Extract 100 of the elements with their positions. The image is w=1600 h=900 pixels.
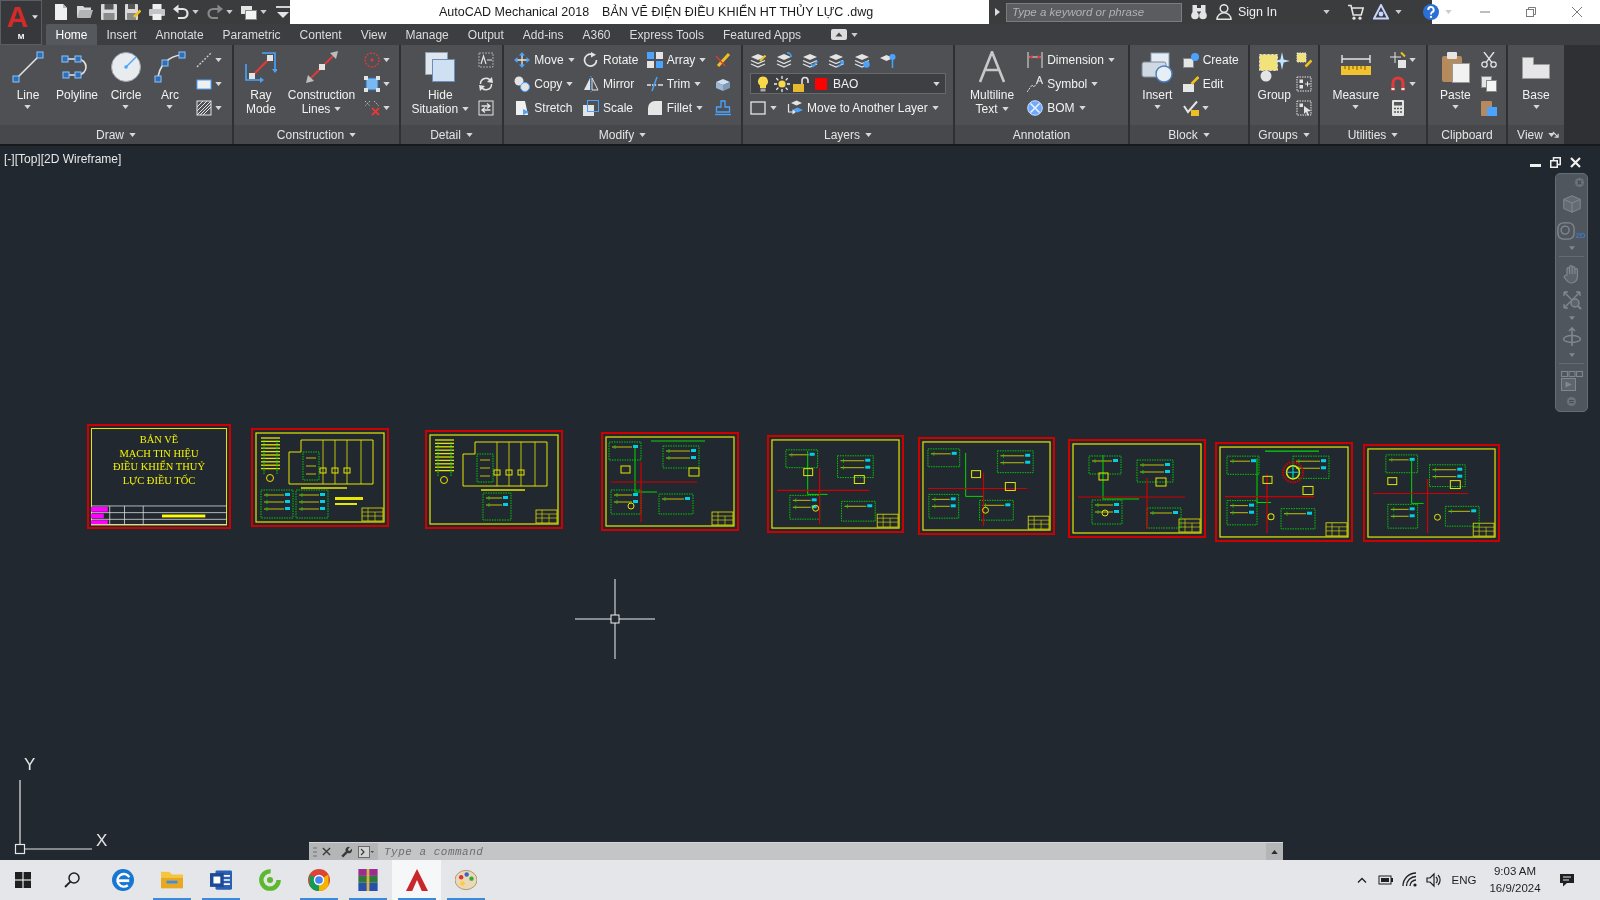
ribbon-button[interactable]: Arc (151, 45, 188, 109)
windows-logo-icon[interactable] (15, 872, 31, 888)
panel-title[interactable]: Layers (743, 125, 953, 144)
layer-pin-icon[interactable] (880, 52, 896, 68)
swap-arrows-icon[interactable] (477, 100, 494, 116)
ribbon-tab[interactable]: Insert (97, 24, 147, 45)
drawing-canvas[interactable]: [-][Top][2D Wireframe] 2D BẢN VẼ MẠCH TIN HIỆU ĐIỀU KHIỂN THUỶ LỰC ĐIỀU TỐC Y X Type a command (0, 146, 1600, 860)
panel-title[interactable]: Annotation (955, 125, 1128, 144)
sun-icon[interactable] (774, 75, 790, 92)
speaker-icon[interactable] (1426, 872, 1442, 888)
ribbon-button[interactable]: Copy (514, 76, 574, 92)
dropdown-caret-icon[interactable] (770, 106, 777, 110)
restore-icon[interactable] (1550, 157, 1561, 168)
scissors-icon[interactable] (1480, 52, 1497, 68)
stamp-outline-icon[interactable] (714, 100, 731, 116)
dropdown-caret-icon[interactable] (1408, 58, 1416, 62)
search-field[interactable]: Type a keyword or phrase (1006, 2, 1182, 22)
rectangle-icon[interactable] (195, 76, 212, 92)
layers-check-icon[interactable] (802, 52, 818, 68)
help-icon[interactable] (1422, 4, 1439, 20)
dropdown-caret-icon[interactable] (850, 32, 858, 37)
ribbon-button[interactable]: Move to Another Layer (787, 100, 939, 116)
wifi-icon[interactable] (1402, 872, 1418, 888)
ribbon-button[interactable]: Create (1182, 52, 1239, 68)
ribbon-button[interactable]: Insert (1139, 45, 1176, 109)
ribbon-button[interactable]: Line (10, 45, 46, 109)
ribbon-tab[interactable]: Featured Apps (713, 24, 811, 45)
magnet-icon[interactable] (1389, 76, 1406, 92)
undo-arrow-icon[interactable] (173, 4, 189, 20)
check-mark-icon[interactable] (1182, 100, 1199, 116)
layers-pencil-icon[interactable] (750, 52, 766, 68)
sign-in-button[interactable]: Sign In (1238, 5, 1277, 19)
open-padlock-icon[interactable] (793, 75, 809, 92)
ribbon-button[interactable]: Hide Situation (409, 45, 472, 116)
chevron-up-icon[interactable] (1357, 877, 1367, 883)
ribbon-button[interactable]: Circle (108, 45, 144, 109)
clock-time[interactable]: 9:03 AM (1493, 863, 1537, 880)
ribbon-tab[interactable]: Add-ins (513, 24, 573, 45)
panel-title[interactable]: Block (1130, 125, 1248, 144)
panel-title[interactable]: Clipboard (1428, 125, 1506, 144)
battery-icon[interactable] (1378, 872, 1394, 888)
group-plus-minus-icon[interactable] (1296, 76, 1313, 92)
ribbon-button[interactable]: Fillet (646, 100, 703, 116)
ribbon-tab[interactable]: Output (458, 24, 514, 45)
dialog-launcher-icon[interactable] (1552, 131, 1559, 138)
ribbon-tab[interactable]: Express Tools (620, 24, 714, 45)
panel-toggle-icon[interactable] (830, 29, 847, 40)
ribbon-tab[interactable]: Parametric (213, 24, 291, 45)
floppy-pencil-icon[interactable] (125, 4, 141, 20)
dropdown-caret-icon[interactable] (1322, 10, 1330, 14)
taskbar-app-button[interactable] (392, 860, 441, 900)
group-pointer-icon[interactable] (1296, 100, 1313, 116)
panel-title[interactable]: View (1508, 125, 1564, 144)
ribbon-button[interactable]: Symbol (1027, 76, 1099, 92)
ribbon-tab[interactable]: View (351, 24, 396, 45)
dropdown-caret-icon[interactable] (192, 10, 199, 14)
ribbon-tab[interactable]: A360 (573, 24, 621, 45)
clock-date[interactable]: 16/9/2024 (1489, 880, 1541, 897)
ribbon-button[interactable]: BOM (1027, 100, 1086, 116)
ribbon-button[interactable]: Edit (1182, 76, 1224, 92)
copy-pages-icon[interactable] (1480, 76, 1497, 92)
grip-icon[interactable] (313, 845, 317, 858)
square-grips-icon[interactable] (364, 76, 381, 92)
layers-diagonal-arrow-icon[interactable] (828, 52, 844, 68)
ribbon-button[interactable]: Base (1518, 45, 1554, 109)
dropdown-caret-icon[interactable] (1201, 106, 1209, 110)
ribbon-button[interactable]: Mirror (582, 76, 635, 92)
ribbon-button[interactable]: Rotate (582, 52, 639, 68)
open-folder-icon[interactable] (77, 4, 93, 20)
ribbon-button[interactable]: Ray Mode (242, 45, 279, 116)
dashed-line-icon[interactable] (195, 52, 212, 68)
stacked-sheets-icon[interactable] (241, 4, 257, 20)
cart-icon[interactable] (1347, 4, 1364, 20)
panel-title[interactable]: Construction (234, 125, 399, 144)
ribbon-button[interactable]: Group (1255, 45, 1293, 102)
ribbon-button[interactable]: Move (514, 52, 575, 68)
dropdown-caret-icon[interactable] (383, 82, 391, 86)
cross-mark-icon[interactable] (364, 100, 381, 116)
ribbon-tab[interactable]: Content (290, 24, 352, 45)
ribbon-button[interactable]: Construction Lines (285, 45, 358, 116)
ribbon-tab[interactable]: Home (46, 24, 97, 45)
ribbon-tab[interactable]: Annotate (146, 24, 214, 45)
panel-title[interactable]: Draw (0, 125, 232, 144)
panel-title[interactable]: Detail (401, 125, 502, 144)
notification-icon[interactable] (1559, 872, 1575, 888)
paste-block-icon[interactable] (1480, 100, 1497, 116)
pencil-icon[interactable] (714, 52, 731, 68)
dropdown-caret-icon[interactable] (383, 106, 391, 110)
calculator-icon[interactable] (1389, 100, 1406, 116)
ribbon-button[interactable]: Multiline Text (968, 45, 1017, 116)
wrench-icon[interactable] (340, 845, 352, 858)
printer-icon[interactable] (149, 4, 165, 20)
application-menu-button[interactable]: A M (0, 0, 42, 45)
input-language-button[interactable]: ENG (1448, 874, 1480, 886)
new-file-icon[interactable] (53, 4, 69, 20)
expand-triangle-icon[interactable] (995, 8, 1000, 16)
search-icon[interactable] (64, 872, 80, 888)
binoculars-icon[interactable] (1191, 4, 1207, 20)
cross-square-icon[interactable] (1389, 52, 1406, 68)
refresh-arrows-icon[interactable] (477, 76, 494, 92)
